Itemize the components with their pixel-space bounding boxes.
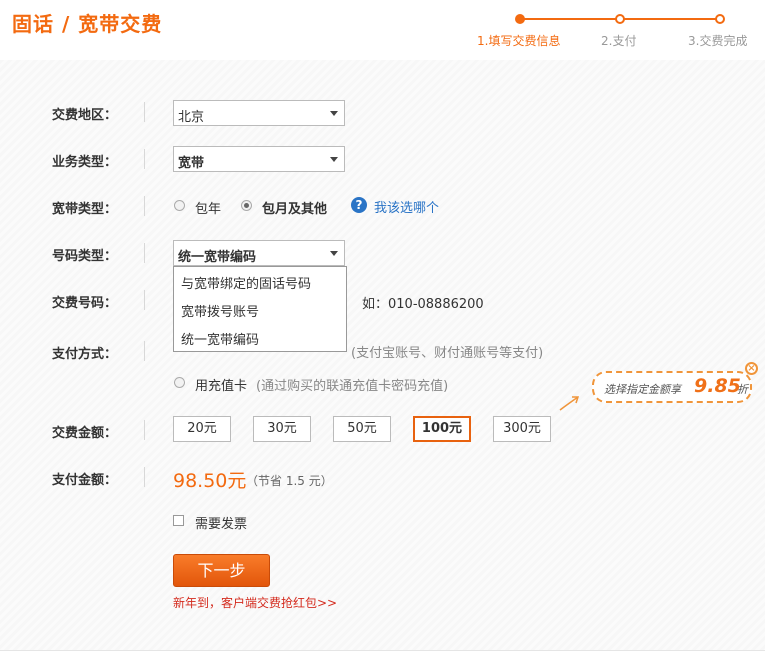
help-link[interactable]: 我该选哪个 [374, 197, 439, 216]
amount-option-100[interactable]: 100元 [413, 416, 471, 442]
region-label: 交费地区： [52, 108, 118, 123]
step-line-2 [620, 18, 720, 20]
amount-option-50[interactable]: 50元 [333, 416, 391, 442]
pay-method-label: 支付方式： [52, 347, 118, 362]
pay-number-hint: 如：010-08886200 [362, 297, 484, 312]
pay-amount-label: 支付金额： [52, 473, 118, 488]
step-label-2: 2.支付 [601, 34, 637, 48]
separator [144, 467, 145, 487]
pay-number-label: 交费号码： [52, 296, 118, 311]
discount-value: 9.85 [694, 375, 741, 397]
recharge-card-hint: (通过购买的联通充值卡密码充值) [256, 379, 449, 394]
pay-amount-value: 98.50元 [173, 470, 247, 492]
invoice-checkbox[interactable] [173, 515, 184, 526]
help-icon[interactable]: ? [351, 197, 367, 213]
step-label-3: 3.交费完成 [688, 34, 748, 48]
dropdown-option-dialup[interactable]: 宽带拨号账号 [181, 301, 259, 320]
separator [144, 341, 145, 361]
amount-option-30[interactable]: 30元 [253, 416, 311, 442]
radio-yearly-label: 包年 [195, 202, 222, 217]
step-dot-2 [615, 14, 625, 24]
step-dot-active [515, 14, 525, 24]
pay-amount-saving: （节省 1.5 元） [246, 474, 333, 488]
radio-monthly[interactable] [241, 200, 252, 211]
number-type-dropdown: 与宽带绑定的固话号码 宽带拨号账号 统一宽带编码 [173, 266, 347, 352]
number-type-value: 统一宽带编码 [178, 250, 257, 265]
pay-method-option1-hint: (支付宝账号、财付通账号等支付) [351, 346, 544, 361]
arrow-icon [559, 396, 580, 411]
progress-steps: 1.填写交费信息 2.支付 3.交费完成 [470, 10, 765, 50]
region-value: 北京 [178, 110, 205, 125]
amount-label: 交费金额： [52, 426, 118, 441]
radio-recharge-card[interactable] [174, 377, 185, 388]
number-type-label: 号码类型： [52, 249, 118, 264]
close-icon[interactable]: × [745, 362, 758, 375]
next-button[interactable]: 下一步 [173, 554, 270, 587]
discount-suffix: 折 [737, 383, 748, 396]
step-label-1: 1.填写交费信息 [477, 34, 561, 48]
discount-bubble: 选择指定金额享 9.85 折 [592, 371, 752, 403]
radio-yearly[interactable] [174, 200, 185, 211]
discount-text: 选择指定金额享 [604, 383, 681, 396]
chevron-down-icon [330, 251, 338, 256]
amount-option-300[interactable]: 300元 [493, 416, 551, 442]
dropdown-option-bound-phone[interactable]: 与宽带绑定的固话号码 [181, 273, 311, 292]
separator [144, 149, 145, 169]
page-title: 固话 / 宽带交费 [12, 12, 163, 36]
service-type-label: 业务类型： [52, 155, 118, 170]
invoice-label: 需要发票 [195, 517, 248, 532]
service-type-value: 宽带 [178, 156, 205, 171]
number-type-select[interactable]: 统一宽带编码 [173, 240, 345, 266]
separator [144, 243, 145, 263]
service-type-select[interactable]: 宽带 [173, 146, 345, 172]
amount-option-20[interactable]: 20元 [173, 416, 231, 442]
dropdown-option-unified-code[interactable]: 统一宽带编码 [181, 329, 259, 348]
region-select[interactable]: 北京 [173, 100, 345, 126]
separator [144, 290, 145, 310]
radio-monthly-label: 包月及其他 [262, 202, 328, 217]
step-dot-3 [715, 14, 725, 24]
separator [144, 196, 145, 216]
radio-recharge-card-label: 用充值卡 [195, 379, 248, 394]
separator [144, 102, 145, 122]
promo-link[interactable]: 新年到，客户端交费抢红包>> [173, 594, 337, 611]
bottom-divider [0, 650, 765, 651]
chevron-down-icon [330, 111, 338, 116]
broadband-type-label: 宽带类型： [52, 202, 118, 217]
separator [144, 420, 145, 440]
chevron-down-icon [330, 157, 338, 162]
step-line-1 [520, 18, 620, 20]
